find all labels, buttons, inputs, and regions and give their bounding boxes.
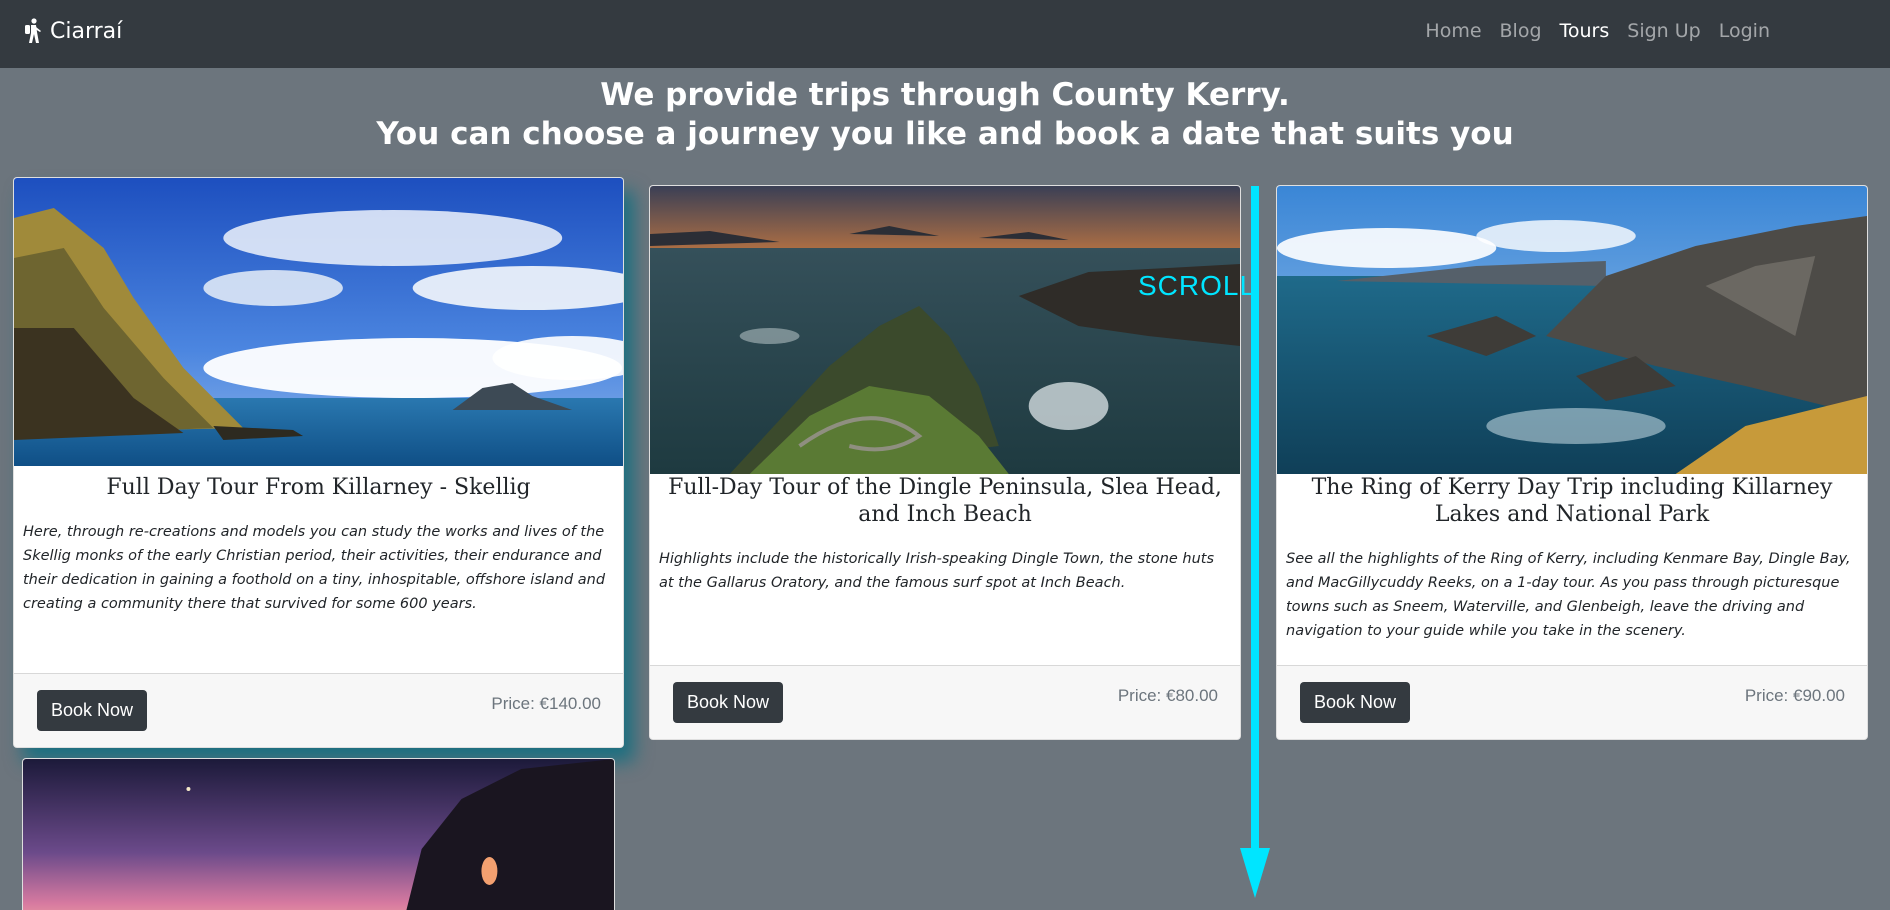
nav-blog[interactable]: Blog [1500, 20, 1542, 42]
tour-title: The Ring of Kerry Day Trip including Kil… [1311, 475, 1833, 527]
tour-card-dingle: Full-Day Tour of the Dingle Peninsula, S… [649, 185, 1241, 740]
nav-tours[interactable]: Tours [1560, 20, 1610, 42]
book-now-button[interactable]: Book Now [37, 690, 148, 731]
brand-name: Ciarraí [50, 18, 123, 44]
tour-card-skellig: Full Day Tour From Killarney - Skellig H… [13, 177, 624, 748]
tour-card-ring-of-kerry: The Ring of Kerry Day Trip including Kil… [1276, 185, 1868, 740]
tour-price: Price: €80.00 [1117, 686, 1218, 705]
hiker-icon [22, 18, 44, 44]
tour-description: Highlights include the historically Iris… [659, 551, 1215, 591]
skellig-islands-photo [14, 178, 623, 466]
scroll-down-arrow-icon [1240, 186, 1270, 898]
book-now-button[interactable]: Book Now [1300, 682, 1411, 723]
top-navbar: Ciarraí Home Blog Tours Sign Up Login [0, 0, 1890, 68]
brand-link[interactable]: Ciarraí [22, 18, 122, 44]
sea-arch-twilight-photo [23, 759, 614, 910]
book-now-button[interactable]: Book Now [673, 682, 784, 723]
tour-description: See all the highlights of the Ring of Ke… [1286, 551, 1851, 639]
nav-home[interactable]: Home [1425, 20, 1481, 42]
card-footer: Book Now Price: €80.00 [650, 665, 1240, 739]
tour-card-sea-arch [22, 758, 615, 910]
card-footer: Book Now Price: €140.00 [14, 673, 623, 747]
page-headline: We provide trips through County Kerry. Y… [0, 76, 1890, 154]
kerry-cliffs-photo [1277, 186, 1867, 474]
tour-title: Full-Day Tour of the Dingle Peninsula, S… [668, 475, 1222, 527]
card-footer: Book Now Price: €90.00 [1277, 665, 1867, 739]
dingle-peninsula-sunset-photo [650, 186, 1240, 474]
nav-links: Home Blog Tours Sign Up Login [1425, 20, 1770, 42]
nav-signup[interactable]: Sign Up [1627, 20, 1700, 42]
headline-line-1: We provide trips through County Kerry. [600, 77, 1290, 113]
tour-price: Price: €90.00 [1744, 686, 1845, 705]
tour-price: Price: €140.00 [491, 694, 601, 713]
nav-login[interactable]: Login [1719, 20, 1770, 42]
tour-title: Full Day Tour From Killarney - Skellig [106, 475, 531, 500]
scroll-hint-label: SCROLL [1138, 270, 1257, 301]
tour-description: Here, through re-creations and models yo… [23, 524, 606, 612]
headline-line-2: You can choose a journey you like and bo… [376, 116, 1514, 152]
